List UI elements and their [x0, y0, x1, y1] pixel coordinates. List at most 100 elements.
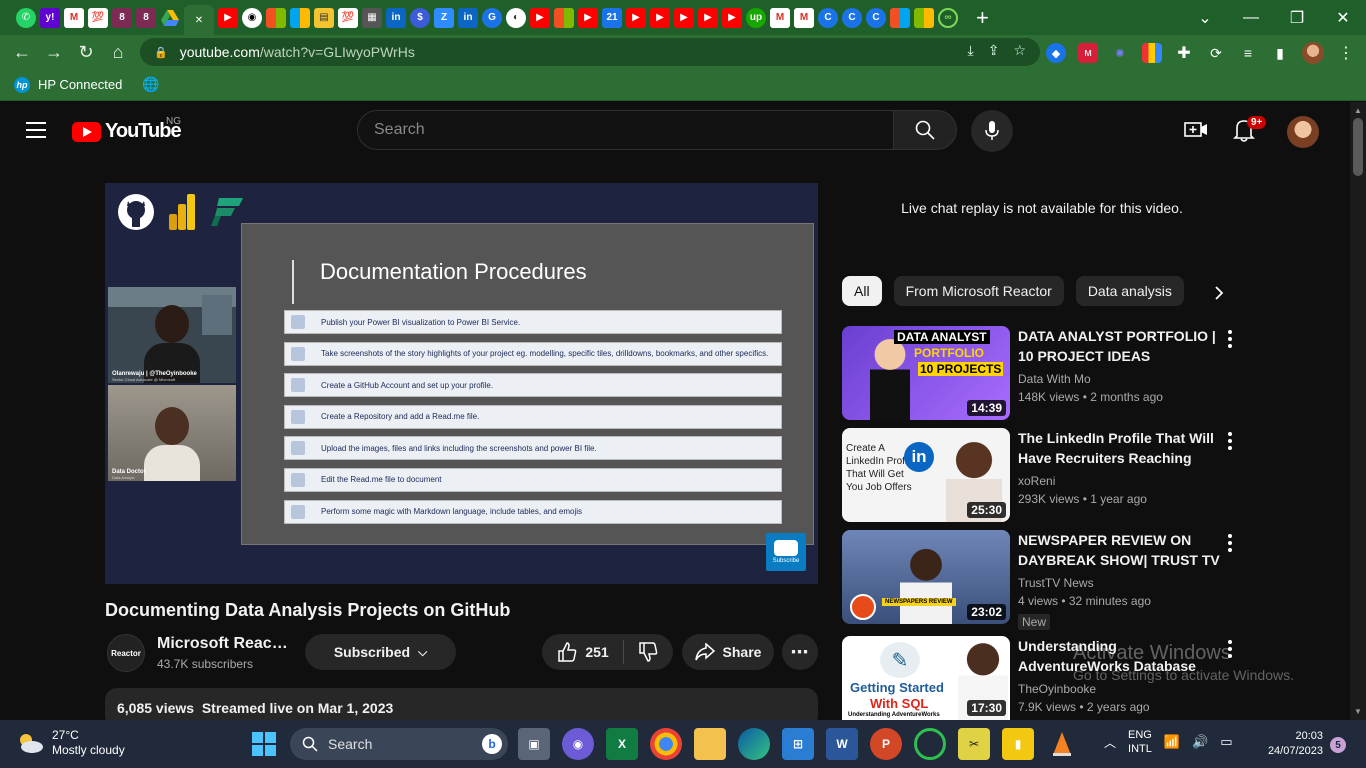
video-thumbnail[interactable]: ✎ Getting Started With SQL Understanding… [842, 636, 1010, 720]
video-title[interactable]: NEWSPAPER REVIEW ON DAYBREAK SHOW| TRUST… [1018, 530, 1224, 570]
recommended-video[interactable]: NEWSPAPERS REVIEW 23:02 NEWSPAPER REVIEW… [842, 530, 1242, 630]
edge-icon[interactable] [738, 728, 770, 760]
teams-chat-icon[interactable]: ◉ [562, 728, 594, 760]
chip-from-microsoft-reactor[interactable]: From Microsoft Reactor [893, 276, 1064, 306]
channel-name[interactable]: xoReni [1018, 474, 1055, 488]
scrollbar-thumb[interactable] [1353, 118, 1363, 176]
tab-link-icon[interactable]: ∞ [938, 7, 958, 28]
account-avatar[interactable] [1287, 116, 1319, 148]
tab-calculator-icon[interactable]: ▦ [362, 7, 382, 28]
video-player[interactable]: Olanrewaju | @TheOyinbooke Senior Cloud … [105, 183, 818, 584]
chip-data-analysis[interactable]: Data analysis [1075, 276, 1184, 306]
tab-youtube-icon-4[interactable]: ▶ [626, 7, 646, 28]
tab-active-close-icon[interactable]: ✕ [184, 5, 214, 35]
tab-100-icon[interactable]: 💯 [88, 7, 108, 28]
tray-overflow-chevron-icon[interactable]: ︿ [1104, 734, 1116, 751]
dislike-button[interactable] [624, 640, 672, 664]
forward-arrow-icon[interactable]: → [38, 42, 70, 63]
file-explorer-icon[interactable] [694, 728, 726, 760]
tab-upwork-icon[interactable]: up [746, 7, 766, 28]
refresh-app-icon[interactable] [914, 728, 946, 760]
scroll-down-arrow-icon[interactable]: ▼ [1354, 707, 1362, 716]
menu-icon[interactable] [26, 122, 46, 143]
tab-search-icon[interactable]: ⌄ [1182, 8, 1228, 28]
battery-icon[interactable]: ▭ [1220, 734, 1232, 750]
video-title[interactable]: The LinkedIn Profile That Will Have Recr… [1018, 428, 1224, 468]
task-view-icon[interactable]: ▣ [518, 728, 550, 760]
word-icon[interactable]: W [826, 728, 858, 760]
weather-widget[interactable]: 27°C Mostly cloudy [16, 728, 125, 758]
tab-microsoft-icon-4[interactable] [890, 7, 910, 28]
tab-c-icon-3[interactable]: C [866, 7, 886, 28]
tab-youtube-icon-7[interactable]: ▶ [698, 7, 718, 28]
tab-youtube-icon-2[interactable]: ▶ [530, 7, 550, 28]
extension-sync-icon[interactable]: ⟳ [1206, 43, 1226, 63]
tab-microsoft-icon-2[interactable] [290, 7, 310, 28]
wifi-icon[interactable]: 📶 [1164, 734, 1180, 750]
scroll-up-arrow-icon[interactable]: ▲ [1354, 106, 1362, 115]
excel-icon[interactable]: X [606, 728, 638, 760]
tab-c-icon-2[interactable]: C [842, 7, 862, 28]
video-thumbnail[interactable]: DATA ANALYST PORTFOLIO 10 PROJECTS 14:39 [842, 326, 1010, 420]
minimize-button[interactable]: — [1228, 9, 1274, 27]
tab-calendar-icon[interactable]: 21 [602, 7, 622, 28]
video-thumbnail[interactable]: NEWSPAPERS REVIEW 23:02 [842, 530, 1010, 624]
extension-m-icon[interactable]: м [1078, 43, 1098, 63]
tab-github-icon[interactable]: ◉ [242, 7, 262, 28]
extension-shield-icon[interactable]: ◆ [1046, 43, 1066, 63]
youtube-logo[interactable]: YouTube [72, 120, 182, 143]
lock-icon[interactable]: 🔒 [154, 46, 168, 59]
channel-name[interactable]: TrustTV News [1018, 576, 1094, 590]
start-button[interactable] [252, 732, 276, 756]
extensions-puzzle-icon[interactable]: ✚ [1174, 43, 1194, 63]
tab-drive-icon[interactable] [160, 8, 180, 28]
tab-whatsapp-icon[interactable]: ✆ [16, 7, 36, 28]
tab-youtube-icon-8[interactable]: ▶ [722, 7, 742, 28]
share-button[interactable]: Share [682, 634, 774, 670]
new-tab-button[interactable]: + [976, 5, 989, 31]
tab-youtube-icon-6[interactable]: ▶ [674, 7, 694, 28]
browser-profile-avatar[interactable] [1302, 42, 1324, 64]
more-vertical-icon[interactable] [1228, 432, 1234, 453]
tab-100-icon-2[interactable]: 💯 [338, 7, 358, 28]
tab-microsoft-icon[interactable] [266, 7, 286, 28]
search-button[interactable] [893, 110, 957, 150]
subscribe-watermark[interactable]: Subscribe [766, 533, 806, 571]
search-input[interactable] [374, 121, 893, 139]
tab-zoom-icon[interactable]: Z [434, 7, 454, 28]
recommended-video[interactable]: DATA ANALYST PORTFOLIO 10 PROJECTS 14:39… [842, 326, 1242, 420]
tab-dollar-icon[interactable]: $ [410, 7, 430, 28]
tab-gmail-icon[interactable]: M [64, 7, 84, 28]
chips-next-arrow-icon[interactable] [1208, 282, 1230, 304]
channel-name[interactable]: TheOyinbooke [1018, 682, 1096, 696]
voice-search-button[interactable] [971, 110, 1013, 152]
language-indicator[interactable]: ENG INTL [1128, 728, 1152, 756]
browser-menu-icon[interactable]: ⋮ [1336, 43, 1356, 63]
side-panel-icon[interactable]: ▮ [1270, 43, 1290, 63]
tab-linkedin-icon-2[interactable]: in [458, 7, 478, 28]
video-thumbnail[interactable]: Create A LinkedIn Profile That Will Get … [842, 428, 1010, 522]
outlook-icon[interactable]: ⊞ [782, 728, 814, 760]
volume-icon[interactable]: 🔊 [1192, 734, 1208, 750]
tab-globe-icon[interactable]: ◐ [506, 7, 526, 28]
subscribed-button[interactable]: Subscribed ⌵ [305, 634, 456, 670]
extension-color-icon[interactable] [1142, 43, 1162, 63]
tab-linkedin-icon[interactable]: in [386, 7, 406, 28]
page-scrollbar[interactable]: ▲ ▼ [1350, 102, 1366, 720]
chip-all[interactable]: All [842, 276, 882, 306]
tab-c-icon[interactable]: C [818, 7, 838, 28]
channel-name[interactable]: Microsoft Reac… [157, 635, 288, 653]
tab-microsoft-icon-5[interactable] [914, 7, 934, 28]
install-app-icon[interactable]: ⤓ [968, 42, 974, 59]
tab-youtube-icon-3[interactable]: ▶ [578, 7, 598, 28]
video-title[interactable]: DATA ANALYST PORTFOLIO | 10 PROJECT IDEA… [1018, 326, 1224, 366]
vlc-icon[interactable] [1046, 728, 1078, 760]
tab-yahoo-icon[interactable]: y! [40, 7, 60, 28]
reading-list-icon[interactable]: ≡ [1238, 43, 1258, 63]
back-arrow-icon[interactable]: ← [6, 42, 38, 63]
bookmark-star-icon[interactable]: ☆ [1013, 42, 1026, 59]
create-video-button[interactable] [1184, 120, 1208, 143]
like-button[interactable]: 251 [543, 640, 624, 664]
tab-eight-icon-2[interactable]: 8 [136, 7, 156, 28]
maximize-button[interactable]: ❐ [1274, 8, 1320, 28]
